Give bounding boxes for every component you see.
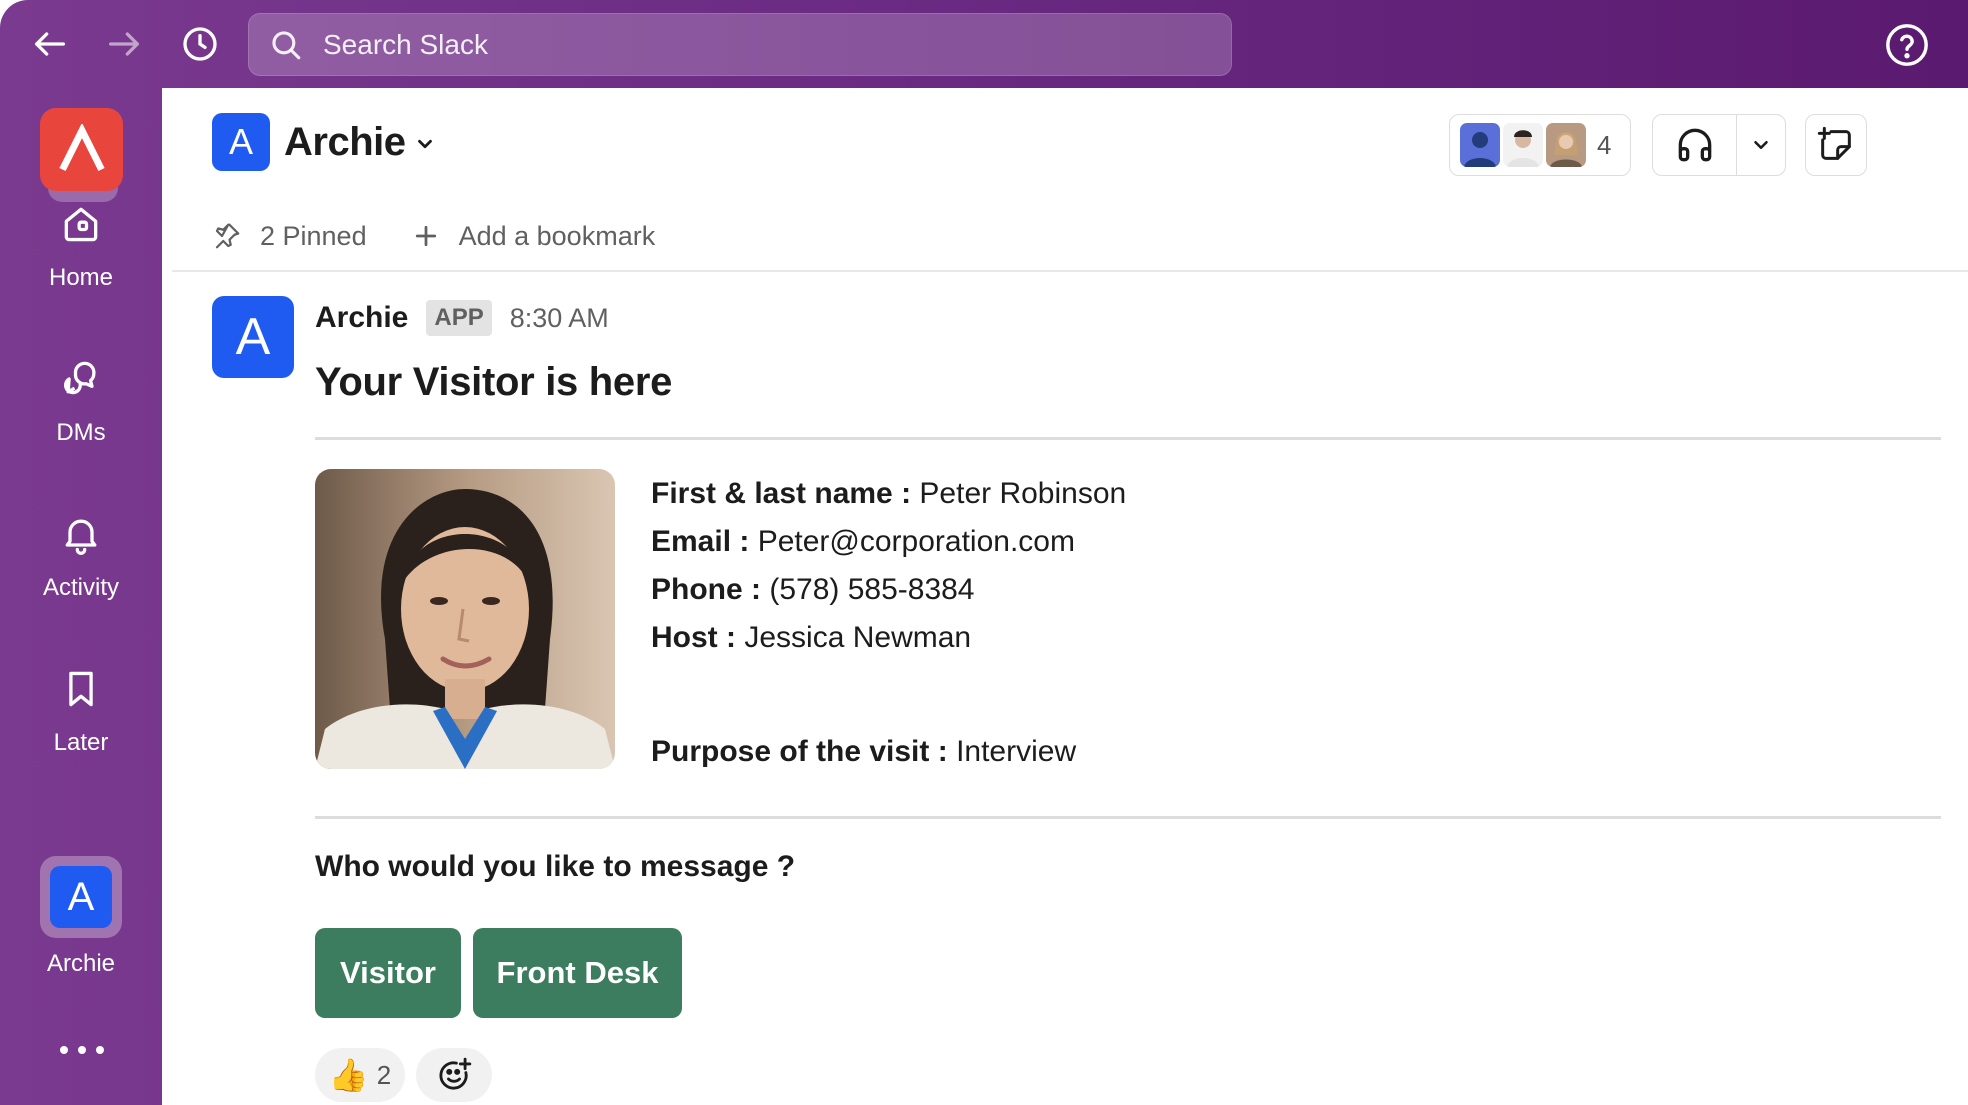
field-name: First & last name : Peter Robinson [651, 470, 1126, 518]
message-avatar[interactable]: A [212, 296, 294, 378]
rail-item-label: Later [53, 729, 109, 756]
front-desk-button[interactable]: Front Desk [473, 928, 682, 1018]
rail-item-label: Home [48, 264, 114, 291]
field-host: Host : Jessica Newman [651, 614, 1126, 662]
home-icon [55, 198, 107, 250]
chevron-down-icon[interactable] [1737, 115, 1785, 175]
member-avatar [1546, 123, 1586, 167]
reaction-thumbs-up[interactable]: 👍 2 [315, 1048, 405, 1102]
plus-icon [415, 225, 436, 247]
field-value: Peter Robinson [919, 477, 1127, 510]
rail-item-later[interactable]: Later [0, 663, 162, 757]
archie-app-initial: A [50, 866, 112, 928]
bookmark-icon [55, 663, 107, 715]
headphones-icon[interactable] [1653, 115, 1737, 175]
workspace-logo-icon [40, 108, 123, 191]
field-value: Interview [956, 735, 1077, 768]
field-label: First & last name : [651, 477, 912, 510]
pinned-label: 2 Pinned [260, 220, 367, 251]
add-bookmark-label: Add a bookmark [458, 220, 656, 251]
member-avatar [1503, 123, 1543, 167]
help-icon[interactable] [1880, 18, 1934, 72]
main-panel: A Archie 4 2 Pinned Add a bookmark A Arc… [162, 88, 1968, 1105]
left-rail: Home DMs Activity Later A Archie [0, 88, 162, 1105]
app-window: Search Slack Home DMs Activity Later A A… [0, 0, 1968, 1105]
bookmarks-bar: 2 Pinned Add a bookmark [212, 216, 699, 256]
channel-name: Archie [284, 119, 406, 164]
field-label: Host : [651, 621, 736, 654]
field-value: Peter@corporation.com [757, 525, 1075, 558]
field-phone: Phone : (578) 585-8384 [651, 566, 1126, 614]
add-reaction-button[interactable] [416, 1048, 492, 1102]
archie-app-icon: A [40, 856, 122, 938]
chevron-down-icon [417, 139, 432, 149]
member-list-button[interactable]: 4 [1449, 114, 1631, 176]
add-bookmark-button[interactable]: Add a bookmark [411, 220, 656, 252]
bell-icon [55, 508, 107, 560]
visitor-details: First & last name : Peter Robinson Email… [651, 470, 1126, 776]
field-label: Phone : [651, 573, 761, 606]
add-emoji-icon [439, 1057, 472, 1090]
field-label: Purpose of the visit : [651, 735, 948, 768]
rail-item-archie[interactable]: A Archie [0, 856, 162, 978]
field-purpose: Purpose of the visit : Interview [651, 728, 1126, 776]
divider [172, 270, 1968, 272]
back-arrow-icon[interactable] [24, 18, 76, 70]
dms-icon [55, 353, 107, 405]
search-placeholder: Search Slack [323, 28, 488, 60]
field-value: (578) 585-8384 [769, 573, 975, 606]
message-header: Archie APP 8:30 AM [315, 296, 609, 340]
field-label: Email : [651, 525, 750, 558]
pin-icon [215, 223, 240, 249]
history-clock-icon[interactable] [174, 18, 226, 70]
rail-item-label: Activity [42, 574, 119, 601]
more-icon[interactable] [60, 1040, 104, 1060]
field-email: Email : Peter@corporation.com [651, 518, 1126, 566]
rail-item-label: Archie [46, 950, 116, 977]
message-title: Your Visitor is here [315, 360, 673, 404]
thumbs-up-icon: 👍 [328, 1056, 369, 1094]
workspace-switcher[interactable] [40, 108, 126, 212]
field-value: Jessica Newman [744, 621, 972, 654]
app-badge: APP [426, 300, 492, 336]
search-input[interactable]: Search Slack [248, 13, 1232, 76]
message-question: Who would you like to message ? [315, 850, 796, 883]
divider [315, 437, 1941, 440]
divider [315, 816, 1941, 819]
rail-item-activity[interactable]: Activity [0, 508, 162, 602]
visitor-photo [315, 469, 615, 769]
huddle-controls [1652, 114, 1786, 176]
canvas-icon[interactable] [1805, 114, 1867, 176]
search-icon [272, 30, 301, 59]
message-timestamp[interactable]: 8:30 AM [510, 303, 609, 334]
reaction-count: 2 [376, 1059, 392, 1090]
channel-avatar: A [212, 113, 270, 171]
forward-arrow-icon[interactable] [98, 18, 150, 70]
rail-item-home[interactable]: Home [0, 198, 162, 292]
top-bar: Search Slack [0, 0, 1968, 88]
rail-item-dms[interactable]: DMs [0, 353, 162, 447]
message-sender[interactable]: Archie [315, 301, 408, 335]
member-count: 4 [1597, 129, 1612, 160]
pinned-button[interactable]: 2 Pinned [212, 221, 367, 252]
channel-header[interactable]: A Archie [212, 112, 436, 172]
member-avatar [1460, 123, 1500, 167]
visitor-button[interactable]: Visitor [315, 928, 461, 1018]
rail-item-label: DMs [56, 419, 106, 446]
